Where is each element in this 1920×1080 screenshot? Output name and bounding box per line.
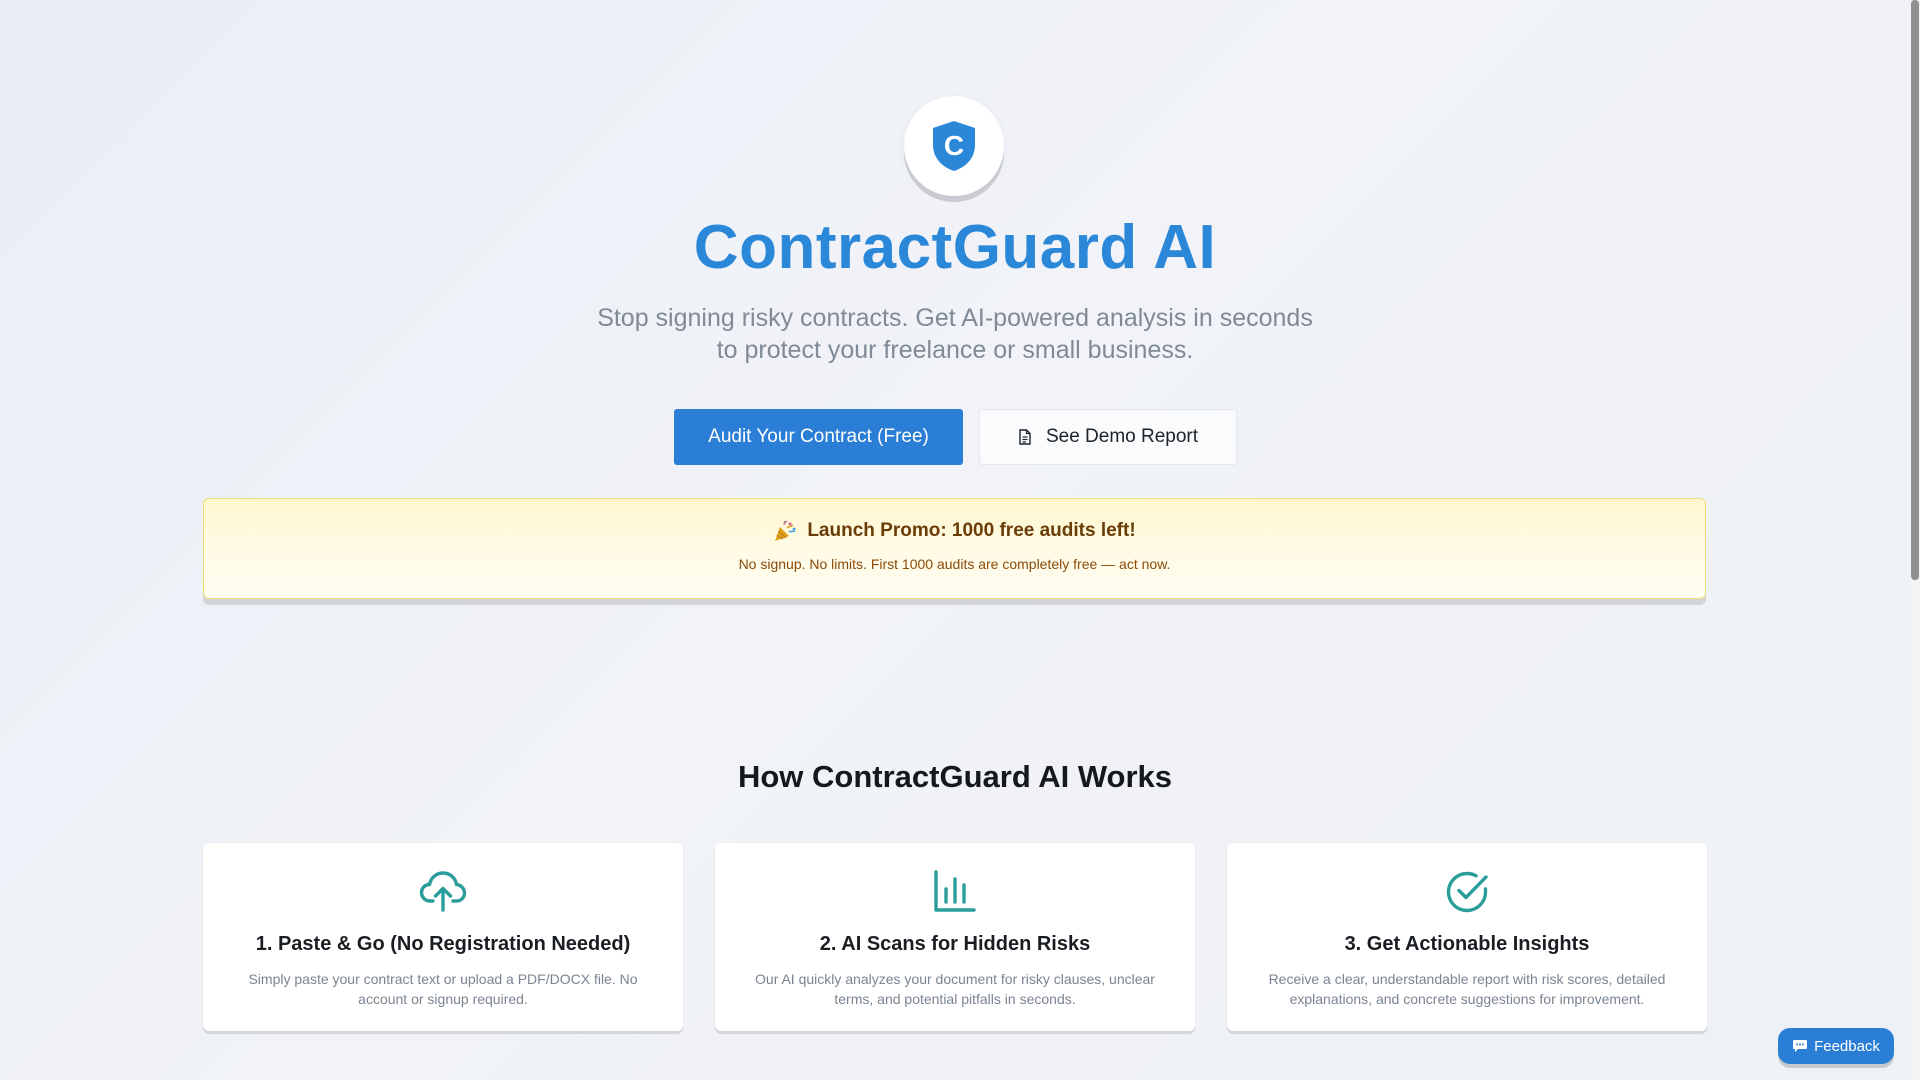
how-it-works-heading: How ContractGuard AI Works (737, 759, 1173, 794)
see-demo-report-button-label: See Demo Report (1045, 426, 1199, 447)
feedback-button[interactable]: Feedback (1778, 1028, 1894, 1064)
audit-contract-button[interactable]: Audit Your Contract (Free) (674, 409, 963, 465)
shield-logo-icon: C (933, 121, 975, 171)
page-subtitle: Stop signing risky contracts. Get AI-pow… (597, 304, 1313, 364)
logo: C (904, 96, 1004, 196)
step-title: 3. Get Actionable Insights (1344, 933, 1590, 955)
step-title: 1. Paste & Go (No Registration Needed) (255, 933, 631, 955)
cloud-upload-icon (419, 871, 467, 912)
step-card-scan: 2. AI Scans for Hidden Risks Our AI quic… (715, 843, 1195, 1031)
step-text: Receive a clear, understandable report w… (1268, 971, 1666, 1007)
scrollbar-thumb[interactable] (1911, 0, 1919, 580)
see-demo-report-button[interactable]: See Demo Report (979, 409, 1237, 465)
check-circle-icon (1446, 871, 1488, 913)
page-title: ContractGuard AI (693, 213, 1217, 282)
audit-contract-button-label: Audit Your Contract (Free) (708, 426, 929, 447)
document-icon (1019, 429, 1031, 445)
party-popper-icon (775, 520, 796, 541)
promo-banner: Launch Promo: 1000 free audits left! No … (203, 498, 1706, 599)
step-title: 2. AI Scans for Hidden Risks (819, 933, 1091, 955)
bar-chart-icon (934, 870, 976, 912)
step-text: Simply paste your contract text or uploa… (248, 971, 638, 1007)
feedback-button-label: Feedback (1814, 1037, 1880, 1055)
step-text: Our AI quickly analyzes your document fo… (755, 971, 1155, 1007)
landing-page: C ContractGuard AI Stop signing risky co… (0, 0, 1910, 1080)
promo-title: Launch Promo: 1000 free audits left! (204, 519, 1705, 543)
logo-letter: C (944, 130, 964, 161)
promo-title-text: Launch Promo: 1000 free audits left! (807, 520, 1136, 541)
vertical-scrollbar[interactable] (1910, 0, 1920, 1080)
chat-bubble-icon (1793, 1040, 1808, 1052)
step-card-insights: 3. Get Actionable Insights Receive a cle… (1227, 843, 1707, 1031)
step-card-paste: 1. Paste & Go (No Registration Needed) S… (203, 843, 683, 1031)
promo-text: No signup. No limits. First 1000 audits … (738, 556, 1171, 572)
